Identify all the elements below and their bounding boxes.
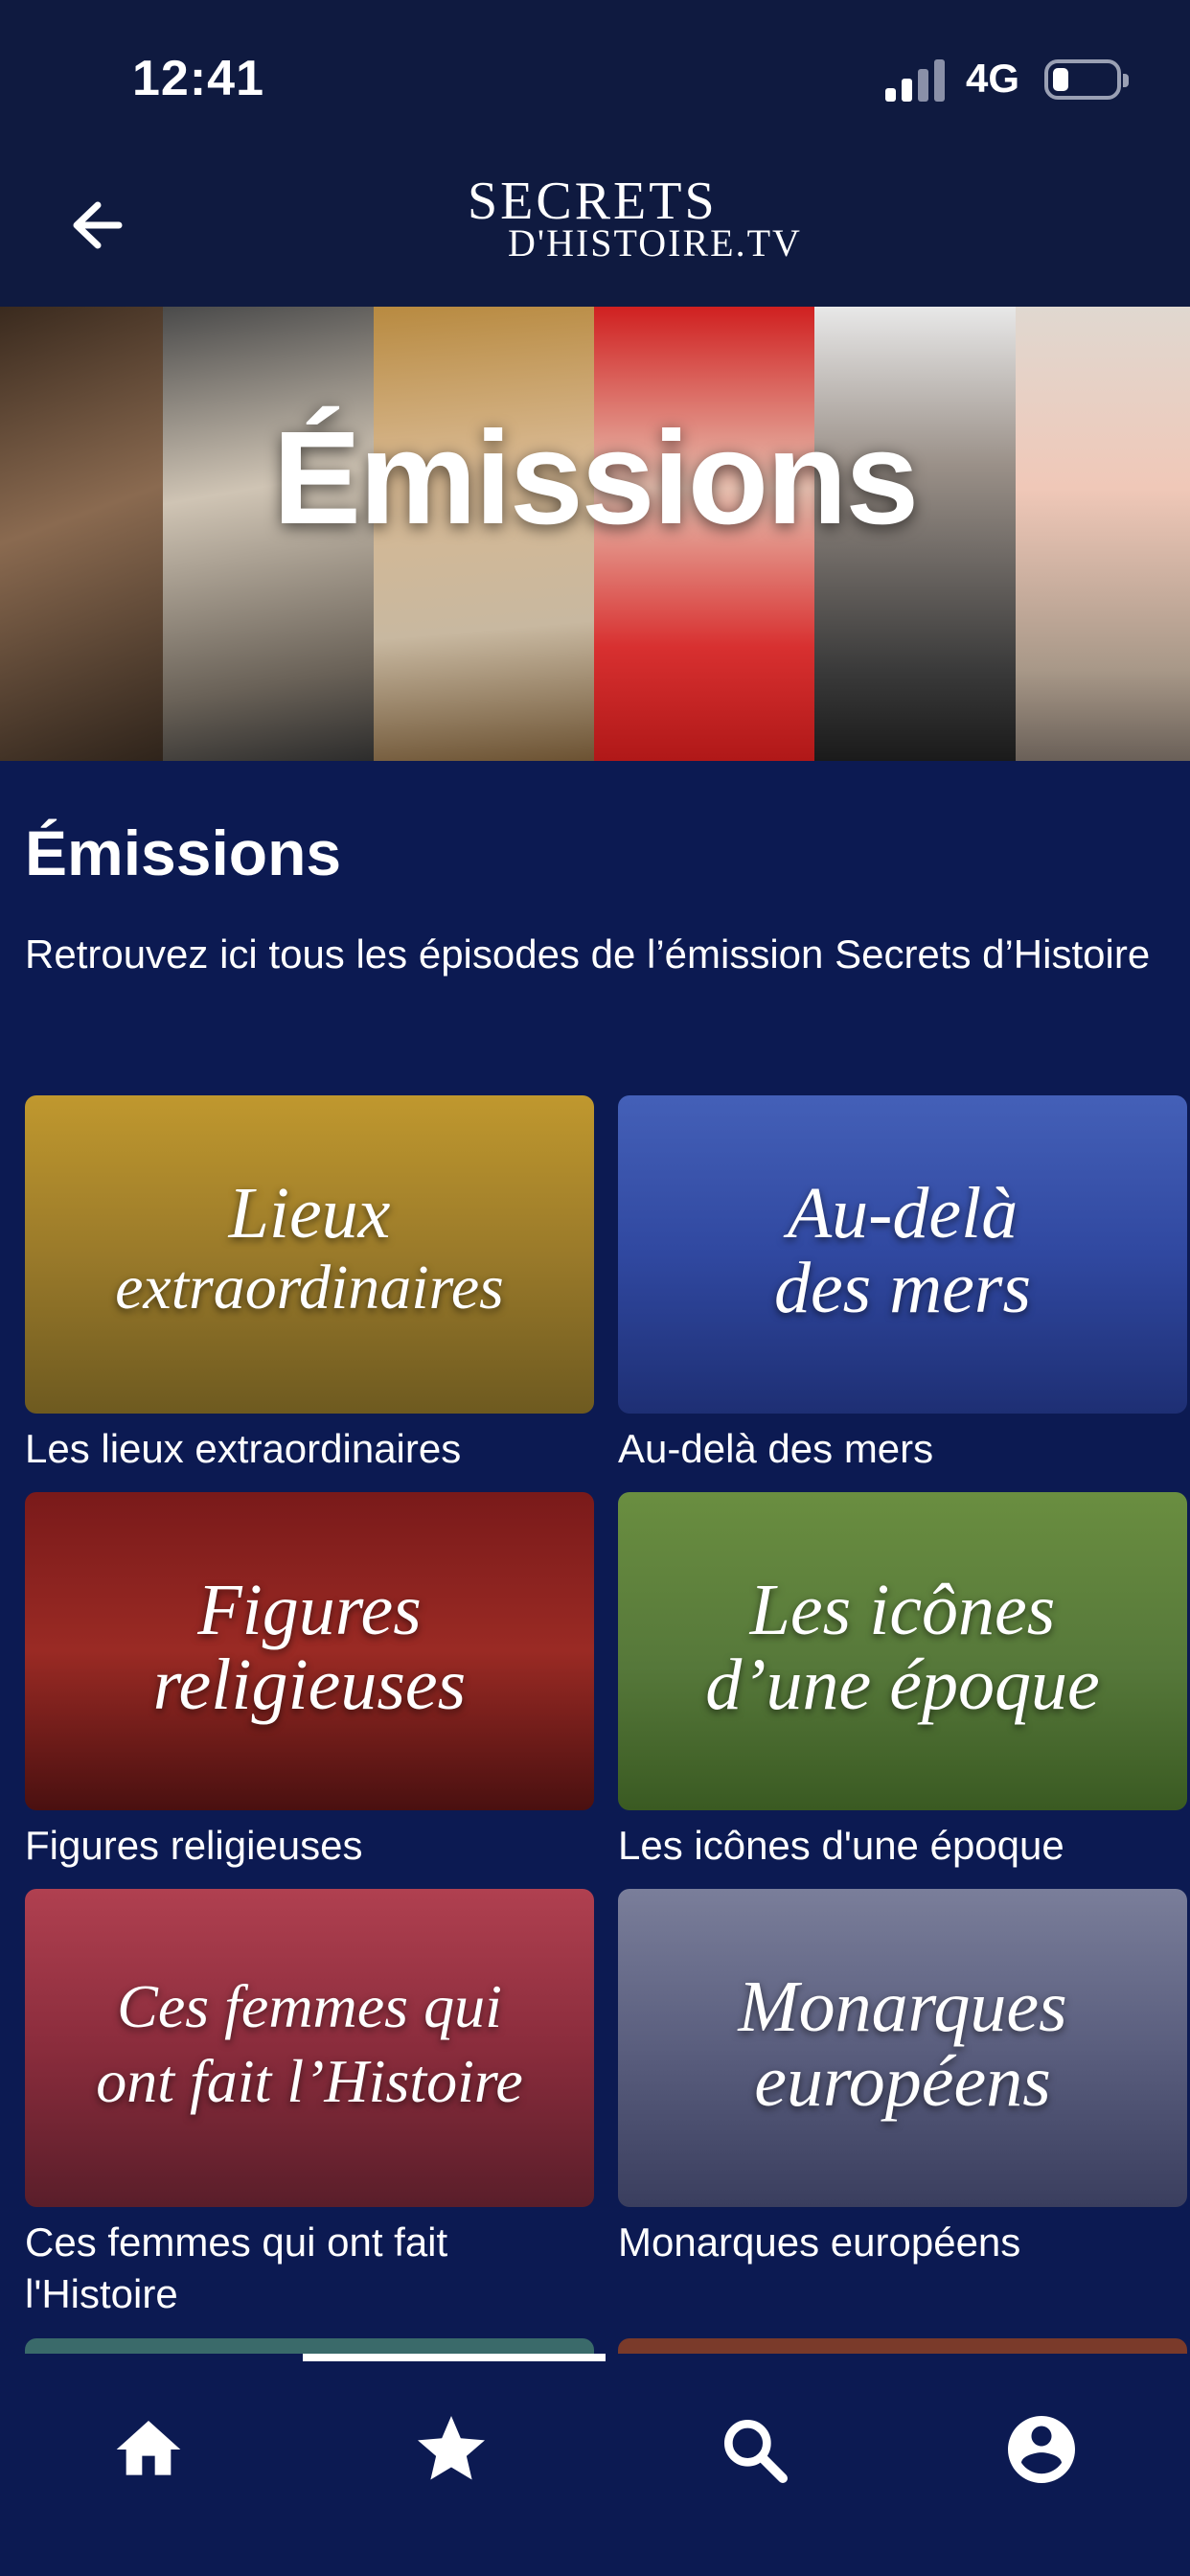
thumbnail-title-line-1: Monarques [738, 1966, 1067, 2047]
tab-search[interactable] [606, 2392, 903, 2507]
app-logo: SECRETS D'HISTOIRE.TV [460, 163, 800, 288]
show-caption: Au-delà des mers [618, 1426, 934, 1471]
network-type: 4G [966, 56, 1020, 101]
show-thumbnail: Figures religieuses [25, 1492, 594, 1810]
tab-home[interactable] [0, 2392, 297, 2507]
back-button[interactable] [65, 192, 132, 259]
thumbnail-title-line-2: religieuses [152, 1644, 467, 1725]
show-caption: Figures religieuses [25, 1823, 363, 1868]
show-thumbnail: Ces femmes qui ont fait l’Histoire [25, 1889, 594, 2207]
battery-icon [1044, 59, 1129, 100]
show-thumbnail: Lieux extraordinaires [25, 1095, 594, 1414]
thumbnail-title-line-2: européens [754, 2041, 1051, 2122]
signal-icon [885, 59, 945, 102]
logo-line-2: D'HISTOIRE.TV [508, 221, 802, 264]
profile-icon [1008, 2416, 1075, 2483]
tab-profile[interactable] [893, 2392, 1190, 2507]
show-caption: Monarques européens [618, 2220, 1021, 2265]
home-icon [116, 2421, 181, 2475]
search-icon [724, 2420, 788, 2483]
show-caption: Les icônes d'une époque [618, 1823, 1064, 1868]
tab-favorites[interactable] [303, 2392, 600, 2507]
thumbnail-title-line-2: extraordinaires [115, 1253, 504, 1322]
thumbnail-title-line-1: Au-delà [787, 1173, 1018, 1254]
hero-banner: Émissions [0, 307, 1190, 761]
hero-title: Émissions [272, 404, 919, 552]
top-bar: 12:41 4G SECRETS D'HISTOIRE.TV [0, 0, 1190, 307]
show-thumbnail: Monarques européens [618, 1889, 1187, 2207]
show-thumbnail: Les icônes d’une époque [618, 1492, 1187, 1810]
thumbnail-title-line-2: d’une époque [705, 1644, 1100, 1725]
star-icon [418, 2416, 485, 2480]
bottom-tab-bar [0, 2354, 1190, 2576]
thumbnail-title-line-1: Les icônes [749, 1570, 1056, 1650]
thumbnail-title-line-2: ont fait l’Histoire [96, 2047, 523, 2115]
thumbnail-title-line-1: Ces femmes qui [117, 1972, 502, 2040]
page-title: Émissions [25, 817, 342, 888]
active-tab-indicator [303, 2354, 606, 2361]
status-time: 12:41 [132, 51, 264, 106]
arrow-left-icon [73, 201, 123, 249]
show-thumbnail: Au-delà des mers [618, 1095, 1187, 1414]
thumbnail-title-line-2: des mers [773, 1248, 1032, 1328]
thumbnail-title-line-1: Figures [197, 1570, 422, 1650]
show-caption: Ces femmes qui ont fait l'Histoire [25, 2220, 448, 2316]
thumbnail-title-line-1: Lieux [228, 1173, 391, 1254]
show-caption: Les lieux extraordinaires [25, 1426, 462, 1471]
page-description: Retrouvez ici tous les épisodes de l’émi… [25, 932, 1151, 977]
